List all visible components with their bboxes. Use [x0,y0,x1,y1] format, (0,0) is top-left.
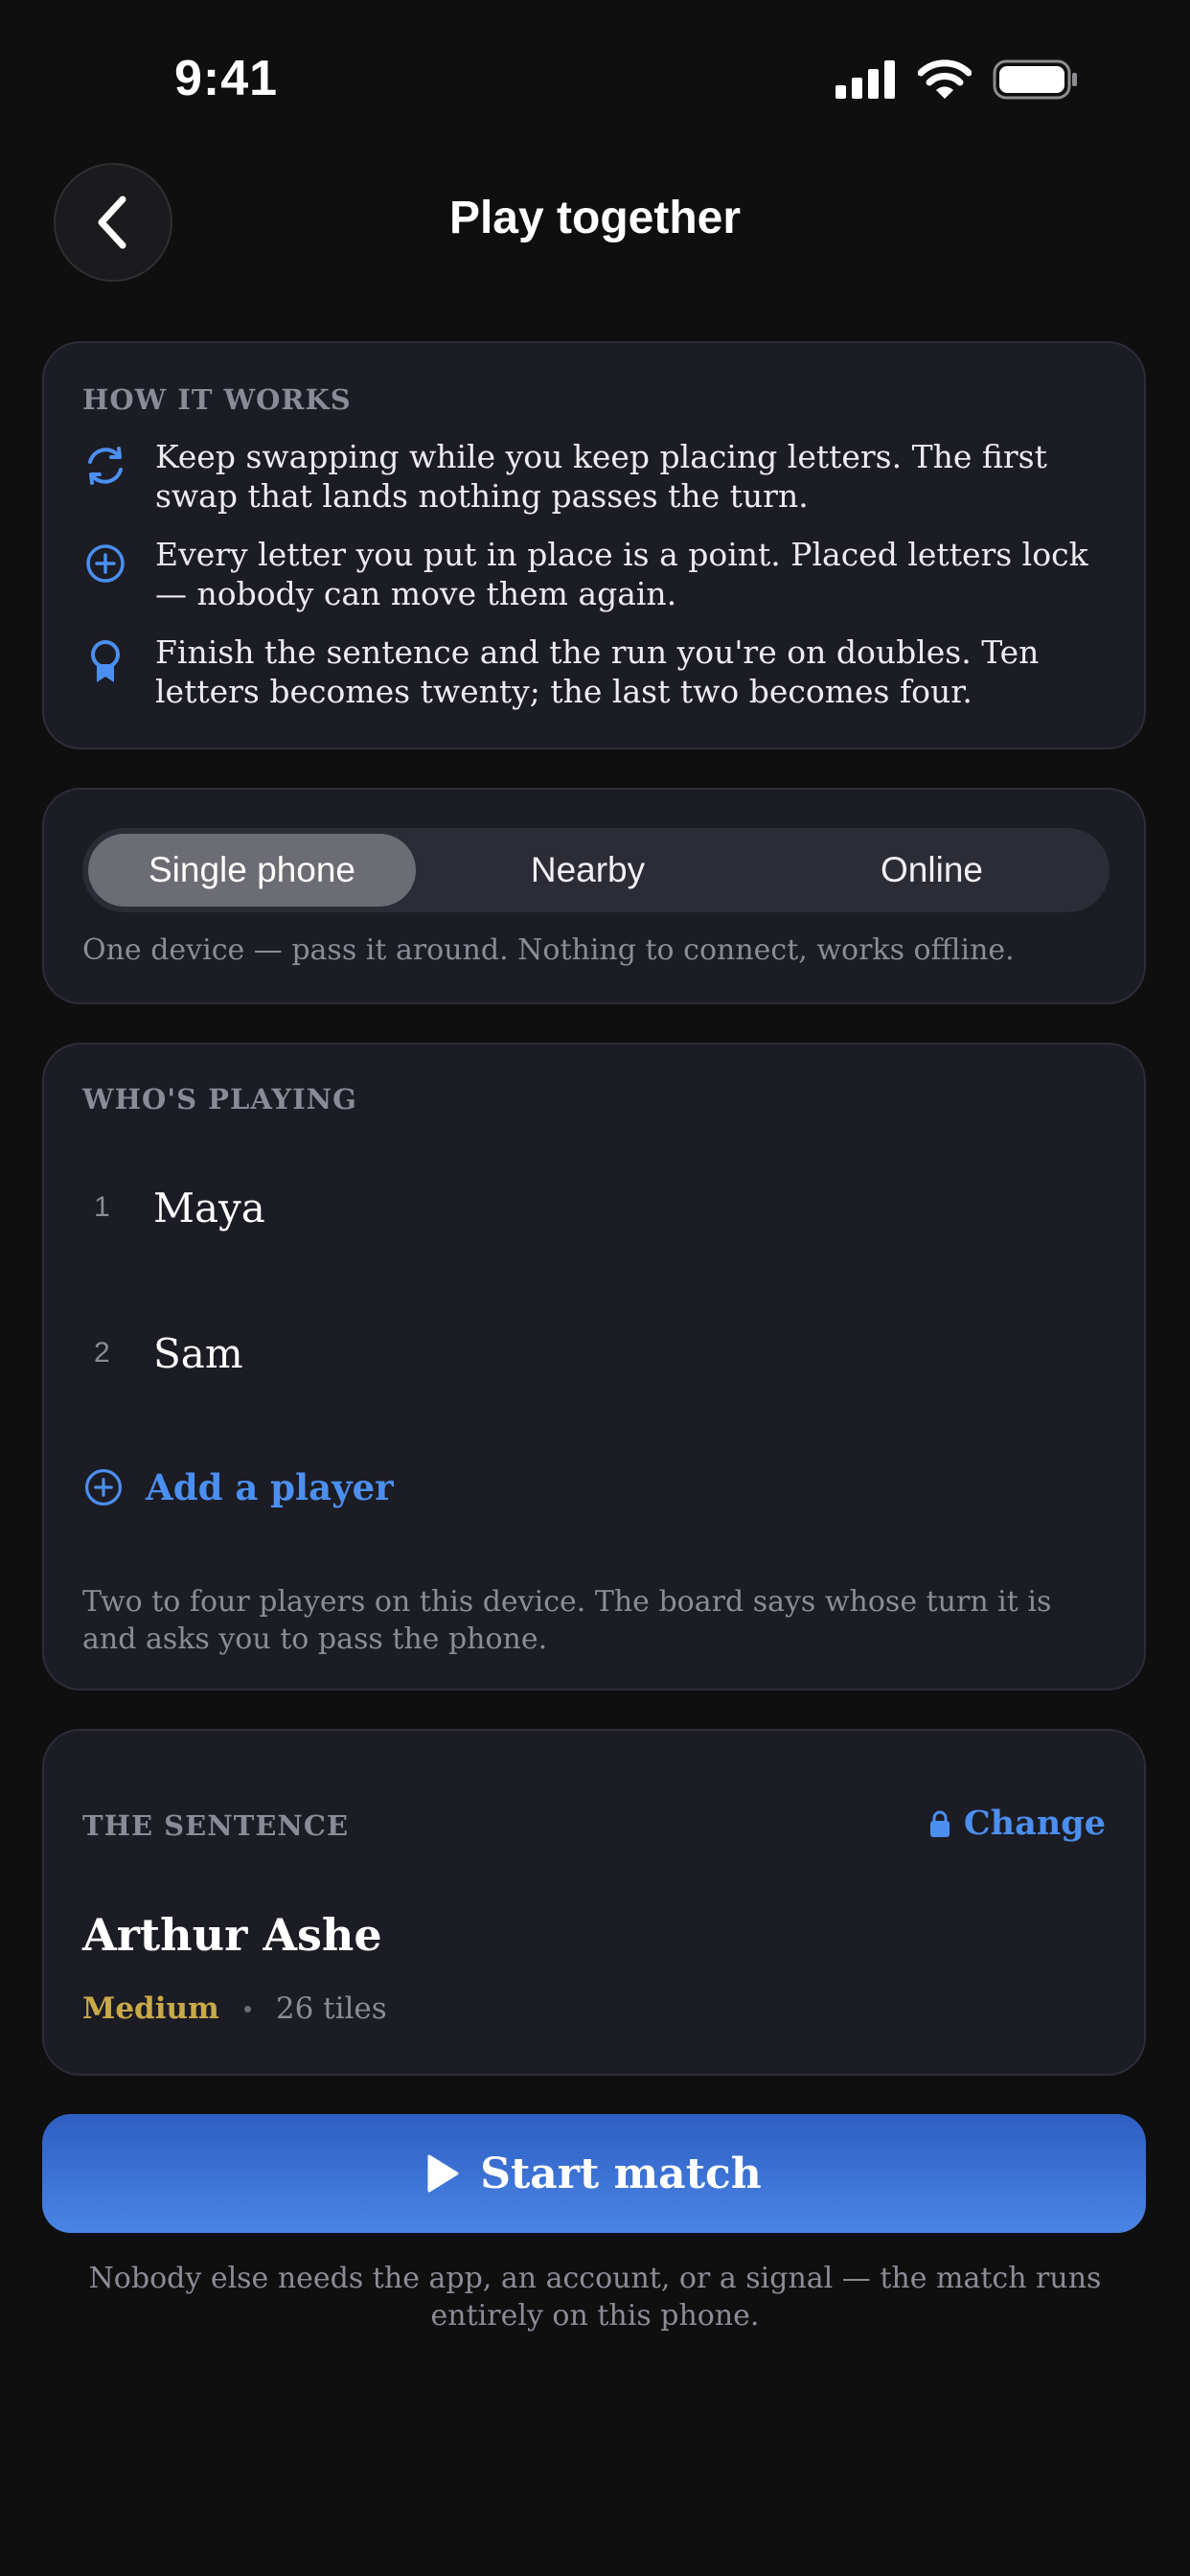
mode-single-phone[interactable]: Single phone [88,834,416,907]
sentence-meta: Medium 26 tiles [82,1991,387,2026]
status-bar: 9:41 [0,0,1190,163]
change-sentence-button[interactable]: Change [929,1804,1106,1843]
player-name[interactable]: Sam [153,1330,243,1377]
sentence-label: THE SENTENCE [82,1809,350,1842]
status-time: 9:41 [174,51,279,106]
sentence-title: Arthur Ashe [82,1909,382,1961]
sentence-card: THE SENTENCE Change Arthur Ashe Medium 2… [42,1729,1146,2076]
status-icons [835,59,1079,100]
how-item-text: Finish the sentence and the run you're o… [155,633,1040,710]
lock-icon [929,1810,950,1837]
mode-nearby[interactable]: Nearby [416,834,760,907]
start-match-button[interactable]: Start match [42,2114,1146,2233]
players-card: WHO'S PLAYING 1 Maya 2 Sam Add a player … [42,1043,1146,1690]
footer-note: Nobody else needs the app, an account, o… [88,2262,1102,2333]
players-label: WHO'S PLAYING [82,1083,357,1116]
how-item-text: Keep swapping while you keep placing let… [155,438,1047,515]
meta-separator [243,2005,251,2012]
how-it-works-card: HOW IT WORKS Keep swapping while you kee… [42,341,1146,749]
mode-description: One device — pass it around. Nothing to … [82,933,1015,967]
player-name[interactable]: Maya [153,1184,265,1231]
play-icon [427,2154,459,2193]
add-player-label: Add a player [146,1466,394,1508]
start-match-label: Start match [480,2149,762,2198]
how-it-works-label: HOW IT WORKS [82,383,352,416]
how-item: Finish the sentence and the run you're o… [82,632,1106,711]
cellular-signal-icon [835,60,895,99]
wifi-icon [918,59,972,99]
change-label: Change [963,1804,1106,1843]
how-item-text: Every letter you put in place is a point… [155,536,1088,612]
difficulty-badge: Medium [82,1991,219,2026]
player-row[interactable]: 2 Sam [82,1315,1106,1392]
player-number: 2 [94,1337,110,1368]
page-title: Play together [448,193,742,243]
mode-online[interactable]: Online [760,834,1104,907]
how-item: Keep swapping while you keep placing let… [82,437,1106,516]
award-ribbon-icon [91,640,120,682]
players-description: Two to four players on this device. The … [82,1585,1052,1656]
play-mode-segmented-control: Single phone Nearby Online [82,828,1110,912]
battery-icon [993,59,1077,100]
play-mode-card: Single phone Nearby Online One device — … [42,788,1146,1004]
swap-cycle-icon [88,447,123,485]
how-item: Every letter you put in place is a point… [82,535,1106,613]
tile-count: 26 tiles [275,1991,387,2026]
player-row[interactable]: 1 Maya [82,1169,1106,1246]
player-number: 1 [94,1191,110,1223]
add-player-button[interactable]: Add a player [82,1466,394,1508]
plus-circle-icon [84,1468,123,1506]
plus-circle-icon [86,544,125,583]
